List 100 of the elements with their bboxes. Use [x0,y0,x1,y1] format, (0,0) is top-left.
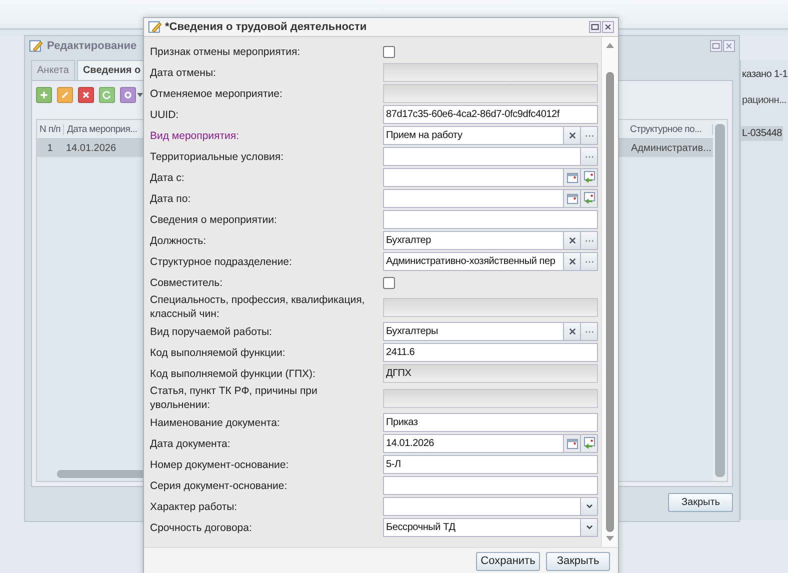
calendar-icon [566,438,578,449]
lookup-field[interactable]: Административно-хозяйственный пер [383,252,564,271]
save-button[interactable]: Сохранить [476,552,540,570]
window-title: Редактирование [47,40,137,52]
plus-icon [39,90,49,100]
field-label: Вид мероприятия: [150,128,240,142]
clear-button[interactable] [564,322,581,341]
calendar-arrow-icon [584,437,594,450]
lookup-field[interactable]: Бухгалтеры [383,322,564,341]
close-button[interactable]: Закрыть [546,552,610,570]
field-label: Дата по: [150,192,192,206]
field-label: Серия документ-основание: [150,478,288,492]
ellipsis-icon [584,154,594,158]
add-button[interactable] [36,87,52,103]
field-label: Территориальные условия: [150,150,284,164]
field-label: Дата с: [150,170,186,184]
field-label: Сведения о мероприятии: [150,212,278,226]
dropdown-button[interactable] [581,497,598,516]
text-field[interactable]: 87d17c35-60e6-4ca2-86d7-0fc9dfc4012f [383,105,598,124]
calendar-icon [566,172,578,183]
lookup-field[interactable]: Бухгалтер [383,231,564,250]
scroll-down-icon[interactable] [606,536,614,541]
close-icon [604,23,612,31]
text-field[interactable]: 5-Л [383,455,598,474]
calendar-button[interactable] [564,168,581,187]
maximize-icon [712,42,720,50]
text-field[interactable]: 2411.6 [383,343,598,362]
calendar-button[interactable] [564,434,581,453]
field-label: Структурное подразделение: [150,254,293,268]
close-icon [568,132,576,139]
chevron-down-icon [586,504,592,509]
ellipsis-icon [584,134,594,138]
column-header: N п/п [37,124,64,134]
delete-button[interactable] [78,87,94,103]
dropdown-field[interactable] [383,497,581,516]
close-icon [568,237,576,244]
calendar-arrow-button[interactable] [581,189,598,208]
lookup-field[interactable] [383,147,581,166]
calendar-arrow-button[interactable] [581,434,598,453]
dropdown-button[interactable] [581,518,598,537]
close-icon [725,42,733,50]
field-label: Срочность договора: [150,520,253,534]
calendar-arrow-button[interactable] [581,168,598,187]
text-field[interactable]: ДГПХ [383,364,598,383]
field-label: Должность: [150,234,208,248]
text-field[interactable]: Приказ [383,413,598,432]
field-label: Статья, пункт ТК РФ, причины при увольнении: [150,384,318,412]
text-field[interactable] [383,84,598,103]
field-label: Характер работы: [150,500,238,514]
ellipsis-icon [584,330,594,334]
edit-button[interactable] [57,87,73,103]
vertical-scrollbar[interactable] [715,124,725,477]
clear-button[interactable] [564,252,581,271]
dialog-title: *Сведения о трудовой деятельности [165,21,367,33]
field-label: Наименование документа: [150,416,281,430]
refresh-button[interactable] [99,87,115,103]
date-field[interactable] [383,189,564,208]
cross-icon [81,90,91,100]
lookup-field[interactable]: Прием на работу [383,126,564,145]
field-label: Совместитель: [150,276,224,290]
maximize-button[interactable] [589,21,601,33]
field-label: Отменяемое мероприятие: [150,86,284,100]
scroll-up-icon[interactable] [606,43,614,48]
dropdown-field[interactable]: Бессрочный ТД [383,518,581,537]
field-label: Код выполняемой функции: [150,346,286,360]
date-field[interactable]: 14.01.2026 [383,434,564,453]
checkbox[interactable] [383,46,395,58]
text-field[interactable] [383,388,598,408]
close-icon [568,328,576,335]
clear-button[interactable] [564,231,581,250]
vertical-scrollbar[interactable] [601,37,618,547]
field-label: Код выполняемой функции (ГПХ): [150,366,316,380]
clear-button[interactable] [564,126,581,145]
text-field[interactable] [383,210,598,229]
close-button[interactable]: Закрыть [668,492,733,512]
text-field[interactable] [383,63,598,82]
scrollbar-thumb[interactable] [606,72,614,532]
text-field[interactable] [383,298,598,316]
calendar-arrow-icon [584,192,594,205]
column-header: рационн... [742,95,786,106]
refresh-icon [102,90,112,100]
settings-button[interactable] [120,87,136,103]
calendar-button[interactable] [564,189,581,208]
field-label: Вид поручаемой работы: [150,324,273,338]
checkbox[interactable] [383,276,395,288]
field-label: Номер документ-основание: [150,458,290,472]
gear-icon [123,90,133,100]
column-header: Структурное по... [625,124,713,134]
field-label: UUID: [150,108,180,122]
date-field[interactable] [383,168,564,187]
caret-icon [137,93,143,97]
table-cell: L-035448 [741,126,783,141]
close-button[interactable] [602,21,614,33]
maximize-icon [591,23,599,31]
calendar-icon [566,193,578,204]
field-label: Признак отмены мероприятия: [150,44,302,58]
chevron-down-icon [586,525,592,530]
field-label: Дата отмены: [150,66,217,80]
text-field[interactable] [383,476,598,495]
field-label: Дата документа: [150,436,232,450]
